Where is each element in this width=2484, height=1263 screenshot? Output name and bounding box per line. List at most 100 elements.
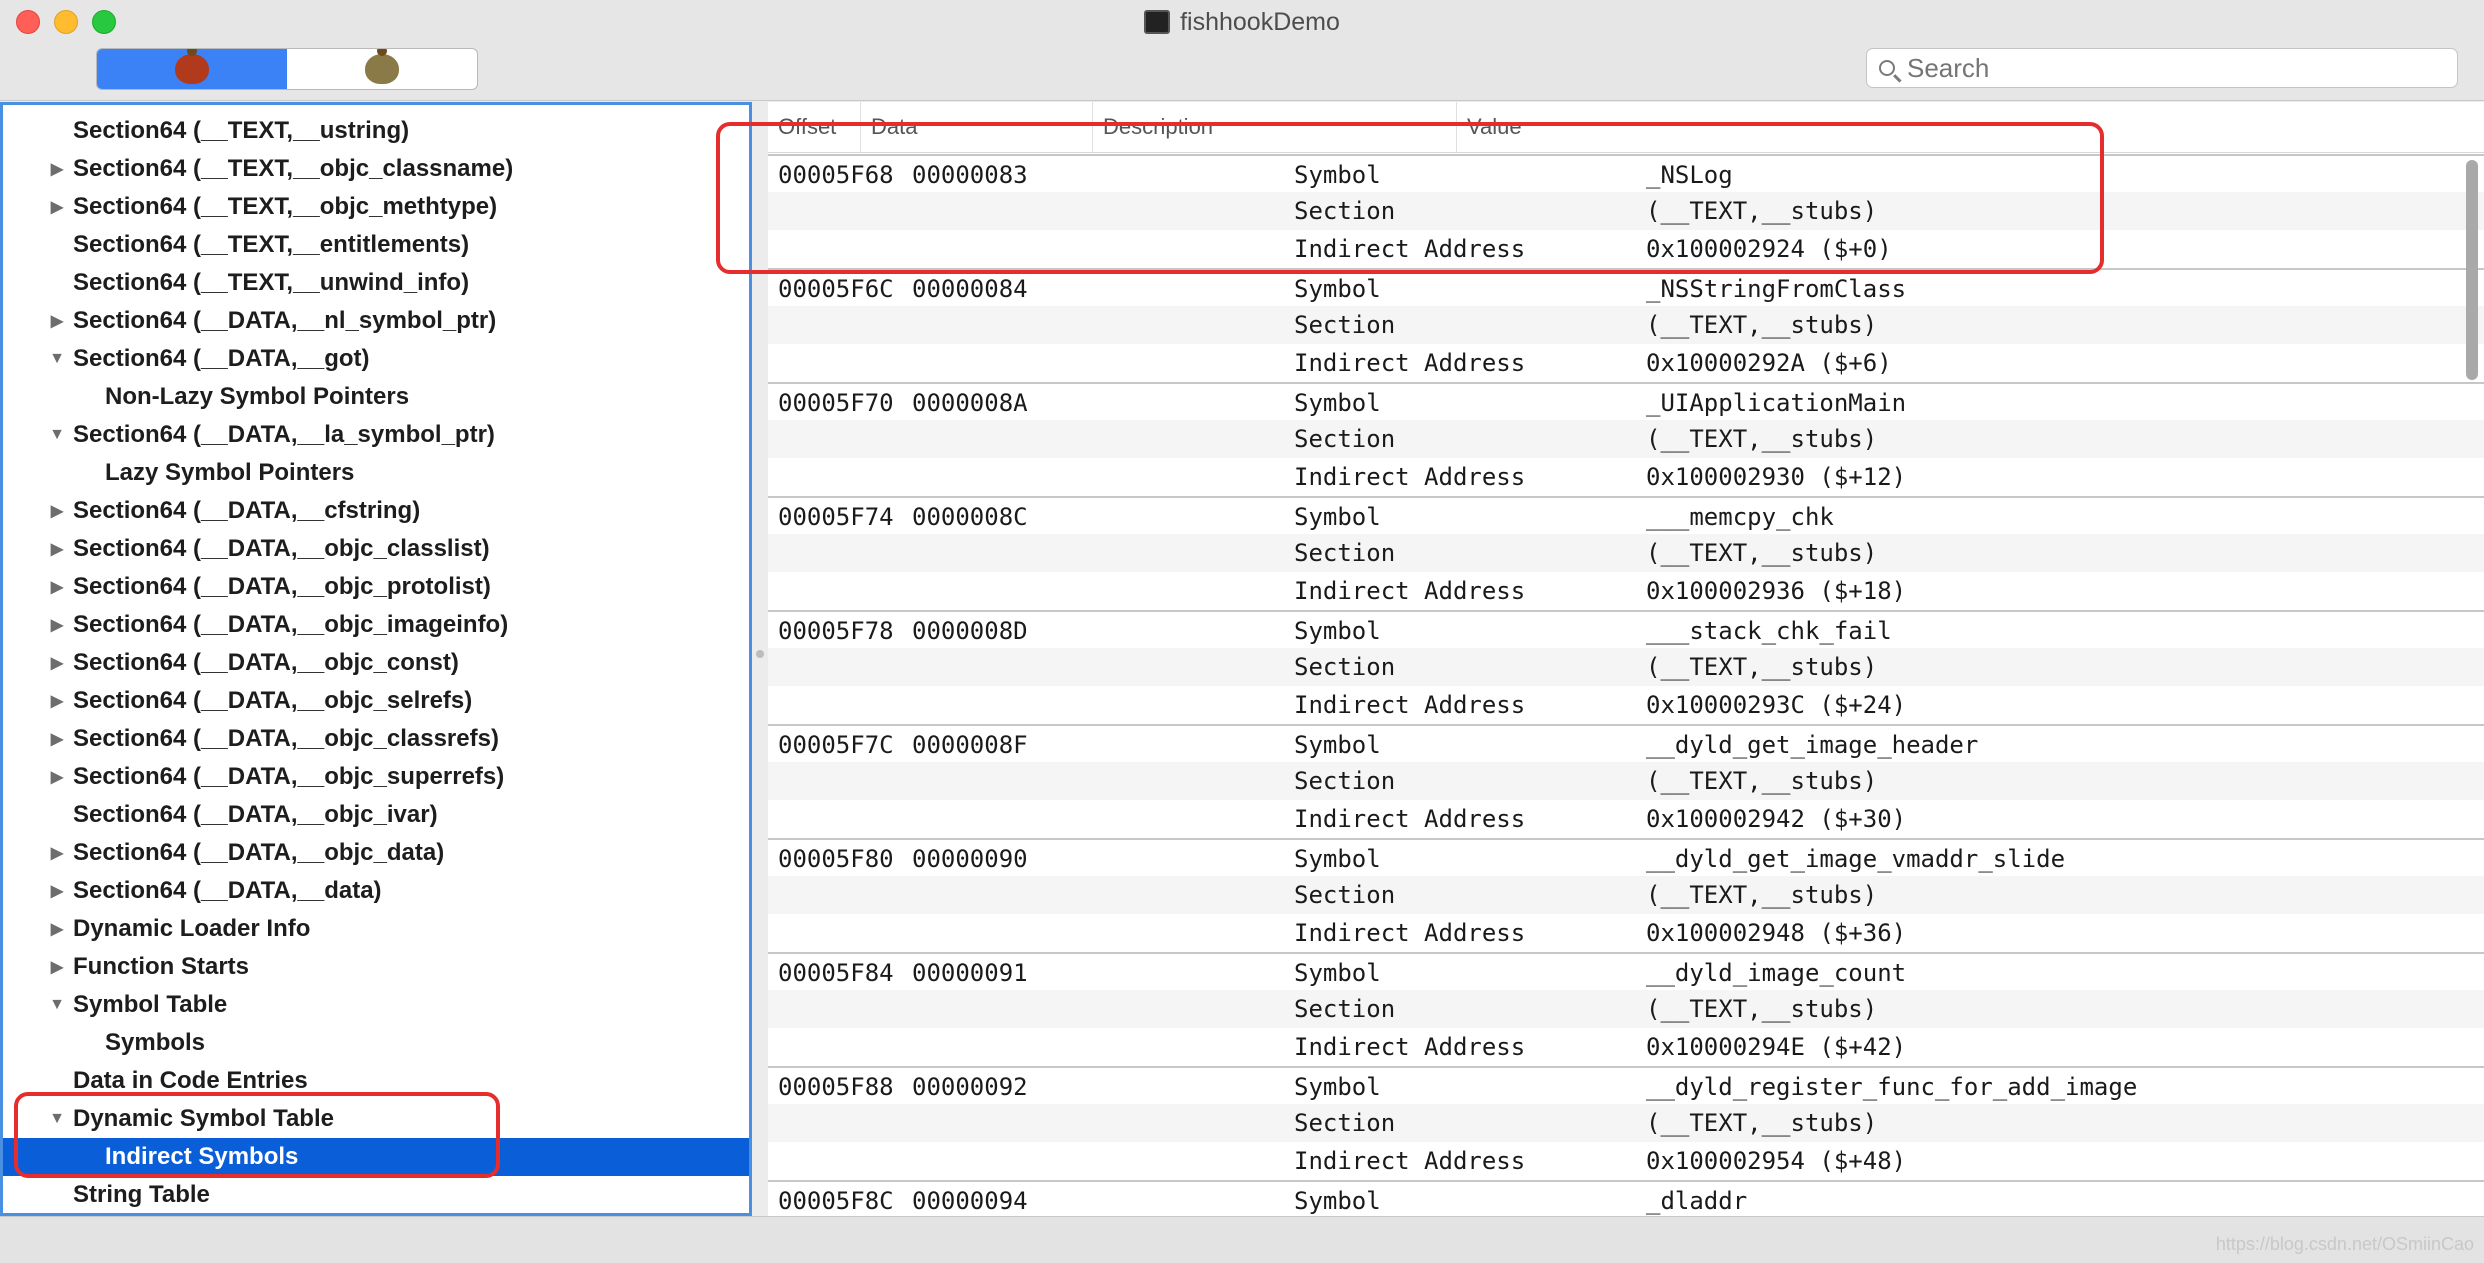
sidebar-item[interactable]: ▶ Dynamic Loader Info xyxy=(3,910,749,948)
table-row[interactable]: Section (__TEXT,__stubs) xyxy=(768,990,2484,1028)
sidebar-item-label: String Table xyxy=(73,1181,210,1208)
search-input[interactable] xyxy=(1905,51,2429,85)
disclosure-collapsed-icon[interactable]: ▶ xyxy=(49,541,65,558)
table-row[interactable]: Indirect Address 0x100002948 ($+36) xyxy=(768,914,2484,952)
sidebar-item[interactable]: ▼ Section64 (__DATA,__got) xyxy=(3,340,749,378)
sidebar-item[interactable]: Non-Lazy Symbol Pointers xyxy=(3,378,749,416)
sidebar-item[interactable]: ▶ Section64 (__DATA,__objc_classlist) xyxy=(3,530,749,568)
terminal-icon xyxy=(1144,10,1171,34)
disclosure-collapsed-icon[interactable]: ▶ xyxy=(49,199,65,216)
sidebar-item[interactable]: ▶ Section64 (__DATA,__data) xyxy=(3,872,749,910)
sidebar-item[interactable]: Lazy Symbol Pointers xyxy=(3,454,749,492)
disclosure-collapsed-icon[interactable]: ▶ xyxy=(49,579,65,596)
table-row[interactable]: 00005F6C 00000084 Symbol _NSStringFromClass xyxy=(768,268,2484,308)
table-row[interactable]: Indirect Address 0x10000292A ($+6) xyxy=(768,344,2484,382)
column-header-offset[interactable]: Offset xyxy=(768,102,860,152)
table-row[interactable]: Section (__TEXT,__stubs) xyxy=(768,420,2484,458)
sidebar-item[interactable]: Section64 (__TEXT,__unwind_info) xyxy=(3,264,749,302)
table-header: Offset Data Description Value xyxy=(768,102,2484,153)
sidebar-item[interactable]: ▶ Section64 (__DATA,__objc_imageinfo) xyxy=(3,606,749,644)
table-row[interactable]: Section (__TEXT,__stubs) xyxy=(768,534,2484,572)
disclosure-collapsed-icon[interactable]: ▶ xyxy=(49,161,65,178)
column-header-data[interactable]: Data xyxy=(860,102,1092,152)
column-header-value[interactable]: Value xyxy=(1456,102,2484,152)
view-mode-rva-button[interactable] xyxy=(287,49,477,89)
view-mode-raw-button[interactable] xyxy=(97,49,287,89)
sidebar-item[interactable]: Section64 (__TEXT,__entitlements) xyxy=(3,226,749,264)
sidebar-item[interactable]: ▶ Section64 (__DATA,__objc_superrefs) xyxy=(3,758,749,796)
sidebar-item[interactable]: String Table xyxy=(3,1176,749,1213)
disclosure-collapsed-icon[interactable]: ▶ xyxy=(49,883,65,900)
disclosure-expanded-icon[interactable]: ▼ xyxy=(49,350,65,367)
disclosure-expanded-icon[interactable]: ▼ xyxy=(49,1110,65,1127)
sidebar-item[interactable]: Symbols xyxy=(3,1024,749,1062)
sidebar-item[interactable]: ▶ Section64 (__DATA,__objc_const) xyxy=(3,644,749,682)
table-row[interactable]: Indirect Address 0x100002936 ($+18) xyxy=(768,572,2484,610)
table-row[interactable]: Section (__TEXT,__stubs) xyxy=(768,306,2484,344)
search-field[interactable] xyxy=(1866,48,2458,88)
table-row[interactable]: Indirect Address 0x10000293C ($+24) xyxy=(768,686,2484,724)
cell-data: 0000008A xyxy=(912,389,1028,417)
sidebar-item[interactable]: Section64 (__DATA,__objc_ivar) xyxy=(3,796,749,834)
table-row[interactable]: Section (__TEXT,__stubs) xyxy=(768,648,2484,686)
sidebar-item[interactable]: ▶ Section64 (__DATA,__objc_selrefs) xyxy=(3,682,749,720)
disclosure-collapsed-icon[interactable]: ▶ xyxy=(49,921,65,938)
column-header-description[interactable]: Description xyxy=(1092,102,1456,152)
table-row[interactable]: 00005F80 00000090 Symbol __dyld_get_image_v… xyxy=(768,838,2484,878)
vertical-scrollbar[interactable] xyxy=(2466,160,2478,380)
sidebar-item[interactable]: ▼ Section64 (__DATA,__la_symbol_ptr) xyxy=(3,416,749,454)
disclosure-collapsed-icon[interactable]: ▶ xyxy=(49,731,65,748)
disclosure-collapsed-icon[interactable]: ▶ xyxy=(49,503,65,520)
sidebar-tree[interactable]: Section64 (__TEXT,__ustring) ▶ Section64 (… xyxy=(0,102,752,1216)
sidebar-item-label: Section64 (__DATA,__cfstring) xyxy=(73,497,421,524)
table-row[interactable]: Section (__TEXT,__stubs) xyxy=(768,876,2484,914)
disclosure-collapsed-icon[interactable]: ▶ xyxy=(49,845,65,862)
disclosure-collapsed-icon[interactable]: ▶ xyxy=(49,655,65,672)
sidebar-item[interactable]: ▶ Section64 (__DATA,__cfstring) xyxy=(3,492,749,530)
table-row[interactable]: 00005F74 0000008C Symbol ___memcpy_chk xyxy=(768,496,2484,536)
sidebar-item[interactable]: Indirect Symbols xyxy=(3,1138,749,1176)
cell-value: (__TEXT,__stubs) xyxy=(1646,311,1878,339)
disclosure-expanded-icon[interactable]: ▼ xyxy=(49,996,65,1013)
cell-description: Indirect Address xyxy=(1294,1147,1526,1175)
table-row[interactable]: Indirect Address 0x100002930 ($+12) xyxy=(768,458,2484,496)
table-row[interactable]: Section (__TEXT,__stubs) xyxy=(768,762,2484,800)
cell-value: _NSStringFromClass xyxy=(1646,275,1907,303)
sidebar-item[interactable]: ▶ Section64 (__TEXT,__objc_classname) xyxy=(3,150,749,188)
sidebar-item[interactable]: Section64 (__TEXT,__ustring) xyxy=(3,112,749,150)
cell-value: 0x10000292A ($+6) xyxy=(1646,349,1892,377)
table-row[interactable]: 00005F8C 00000094 Symbol _dladdr xyxy=(768,1180,2484,1216)
sidebar-item[interactable]: ▶ Function Starts xyxy=(3,948,749,986)
table-row[interactable]: 00005F78 0000008D Symbol ___stack_chk_fail xyxy=(768,610,2484,650)
table-row[interactable]: 00005F84 00000091 Symbol __dyld_image_count xyxy=(768,952,2484,992)
view-mode-segmented-control[interactable] xyxy=(96,48,478,90)
disclosure-collapsed-icon[interactable]: ▶ xyxy=(49,769,65,786)
table-row[interactable]: 00005F7C 0000008F Symbol __dyld_get_image_h… xyxy=(768,724,2484,764)
disclosure-collapsed-icon[interactable]: ▶ xyxy=(49,617,65,634)
sidebar-item[interactable]: ▶ Section64 (__DATA,__nl_symbol_ptr) xyxy=(3,302,749,340)
sidebar-item[interactable]: ▼ Dynamic Symbol Table xyxy=(3,1100,749,1138)
table-row[interactable]: Indirect Address 0x10000294E ($+42) xyxy=(768,1028,2484,1066)
disclosure-collapsed-icon[interactable]: ▶ xyxy=(49,313,65,330)
table-row[interactable]: 00005F70 0000008A Symbol _UIApplicationMain xyxy=(768,382,2484,422)
table-row[interactable]: 00005F88 00000092 Symbol __dyld_register_fu… xyxy=(768,1066,2484,1106)
disclosure-collapsed-icon[interactable]: ▶ xyxy=(49,693,65,710)
indirect-symbols-table[interactable]: Offset Data Description Value 00005F68 00… xyxy=(768,102,2484,1216)
sidebar-item[interactable]: ▶ Section64 (__DATA,__objc_data) xyxy=(3,834,749,872)
table-row[interactable]: Indirect Address 0x100002924 ($+0) xyxy=(768,230,2484,268)
table-row[interactable]: Indirect Address 0x100002942 ($+30) xyxy=(768,800,2484,838)
divider-handle-icon[interactable] xyxy=(756,650,764,658)
disclosure-expanded-icon[interactable]: ▼ xyxy=(49,426,65,443)
sidebar-item-label: Section64 (__DATA,__objc_superrefs) xyxy=(73,763,505,790)
disclosure-collapsed-icon[interactable]: ▶ xyxy=(49,959,65,976)
sidebar-item[interactable]: ▶ Section64 (__DATA,__objc_classrefs) xyxy=(3,720,749,758)
table-row[interactable]: Indirect Address 0x100002954 ($+48) xyxy=(768,1142,2484,1180)
sidebar-item[interactable]: ▼ Symbol Table xyxy=(3,986,749,1024)
sidebar-item[interactable]: ▶ Section64 (__TEXT,__objc_methtype) xyxy=(3,188,749,226)
sidebar-item[interactable]: ▶ Section64 (__DATA,__objc_protolist) xyxy=(3,568,749,606)
table-row[interactable]: Section (__TEXT,__stubs) xyxy=(768,1104,2484,1142)
table-row[interactable]: Section (__TEXT,__stubs) xyxy=(768,192,2484,230)
split-view-divider[interactable] xyxy=(752,102,768,1216)
sidebar-item[interactable]: Data in Code Entries xyxy=(3,1062,749,1100)
table-row[interactable]: 00005F68 00000083 Symbol _NSLog xyxy=(768,154,2484,194)
